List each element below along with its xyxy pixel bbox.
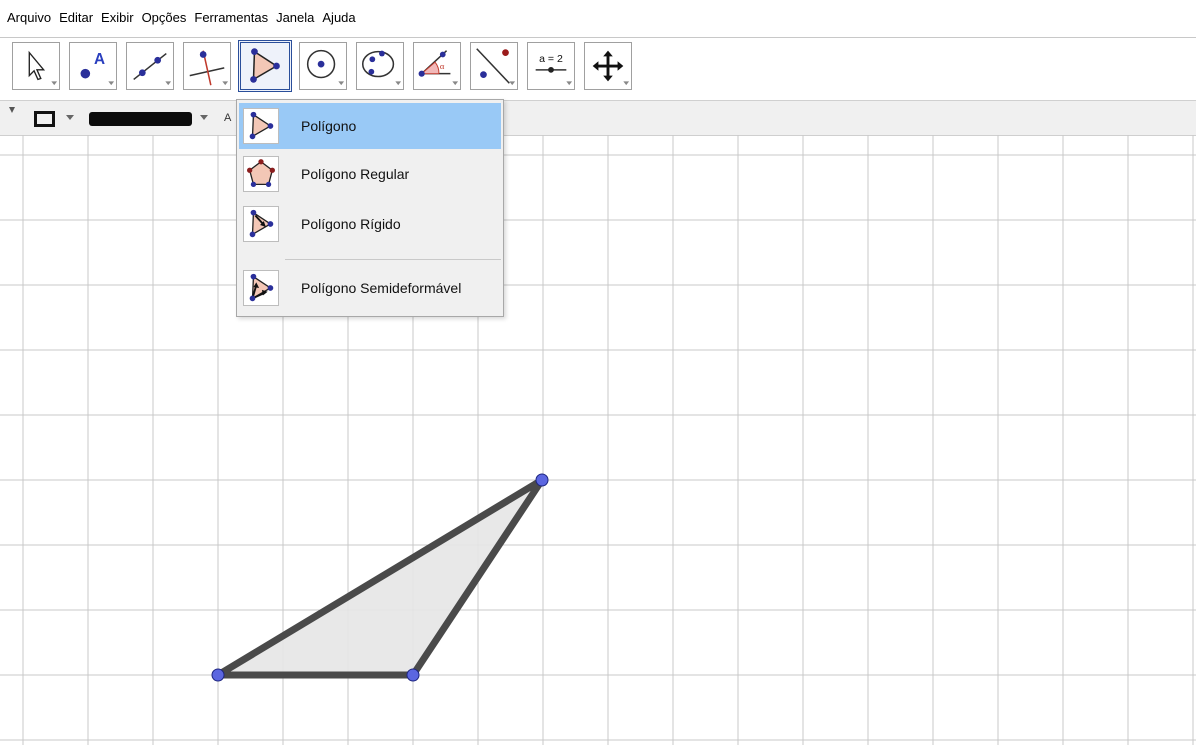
line-tool-button[interactable] xyxy=(126,42,174,90)
polygon-icon xyxy=(243,108,279,144)
svg-text:A: A xyxy=(94,51,105,68)
dropdown-item-poligono[interactable]: Polígono xyxy=(239,103,501,149)
polygon-tool-button[interactable] xyxy=(238,40,292,92)
menu-bar: Arquivo Editar Exibir Opções Ferramentas… xyxy=(0,0,1196,34)
slider-tool-button[interactable]: a = 2 xyxy=(527,42,575,90)
menu-editar[interactable]: Editar xyxy=(56,10,96,25)
style-bar: A xyxy=(0,100,1196,136)
menu-exibir[interactable]: Exibir xyxy=(98,10,137,25)
dropdown-item-label: Polígono Regular xyxy=(301,166,410,182)
point-icon: A xyxy=(80,51,115,86)
move-graphics-view-icon xyxy=(592,50,630,86)
angle-alpha-label: α xyxy=(440,61,445,71)
chevron-down-icon[interactable] xyxy=(200,115,208,120)
move-tool-button[interactable] xyxy=(12,42,60,90)
line-style-button[interactable] xyxy=(89,112,192,126)
circle-center-point-icon xyxy=(306,49,345,86)
dropdown-item-poligono-semideformavel[interactable]: Polígono Semideformável xyxy=(239,265,501,311)
point-a[interactable] xyxy=(211,668,225,682)
angle-tool-button[interactable]: α xyxy=(413,42,461,90)
menu-janela[interactable]: Janela xyxy=(273,10,317,25)
label-style-button[interactable]: A xyxy=(224,112,231,124)
reflect-icon xyxy=(476,48,516,86)
menu-arquivo[interactable]: Arquivo xyxy=(4,10,54,25)
move-view-tool-button[interactable] xyxy=(584,42,632,90)
graphics-view[interactable] xyxy=(0,135,1196,745)
chevron-down-icon[interactable] xyxy=(66,115,74,120)
circle-tool-button[interactable] xyxy=(299,42,347,90)
grid xyxy=(0,135,1196,745)
point-b[interactable] xyxy=(406,668,420,682)
angle-icon: α xyxy=(418,50,459,86)
perpendicular-tool-button[interactable] xyxy=(183,42,231,90)
slider-label: a = 2 xyxy=(539,53,563,65)
slider-icon: a = 2 xyxy=(535,53,573,86)
triangle-polygon[interactable] xyxy=(214,476,546,679)
perpendicular-line-icon xyxy=(189,50,229,86)
regular-polygon-icon xyxy=(243,156,279,192)
ellipse-icon xyxy=(361,50,402,86)
dropdown-item-label: Polígono Semideformável xyxy=(301,280,462,296)
polygon-tool-dropdown: Polígono Polígono Regular Polígono Rígid… xyxy=(236,99,504,317)
show-axes-grid-button[interactable] xyxy=(34,111,55,127)
vector-polygon-icon xyxy=(243,270,279,306)
menu-ajuda[interactable]: Ajuda xyxy=(319,10,358,25)
collapse-stylebar-icon[interactable] xyxy=(9,107,15,113)
reflect-tool-button[interactable] xyxy=(470,42,518,90)
conic-tool-button[interactable] xyxy=(356,42,404,90)
rigid-polygon-icon xyxy=(243,206,279,242)
arrow-pointer-icon xyxy=(28,50,58,86)
menu-ferramentas[interactable]: Ferramentas xyxy=(191,10,271,25)
point-tool-button[interactable]: A xyxy=(69,42,117,90)
dropdown-separator xyxy=(285,259,501,260)
dropdown-item-label: Polígono xyxy=(301,118,357,134)
dropdown-item-label: Polígono Rígido xyxy=(301,216,401,232)
point-c[interactable] xyxy=(535,473,549,487)
dropdown-item-poligono-regular[interactable]: Polígono Regular xyxy=(239,151,501,197)
line-icon xyxy=(133,52,172,86)
toolbar: A α a = 2 xyxy=(0,38,1196,100)
dropdown-item-poligono-rigido[interactable]: Polígono Rígido xyxy=(239,201,501,247)
polygon-icon xyxy=(250,48,280,83)
menu-opcoes[interactable]: Opções xyxy=(139,10,190,25)
